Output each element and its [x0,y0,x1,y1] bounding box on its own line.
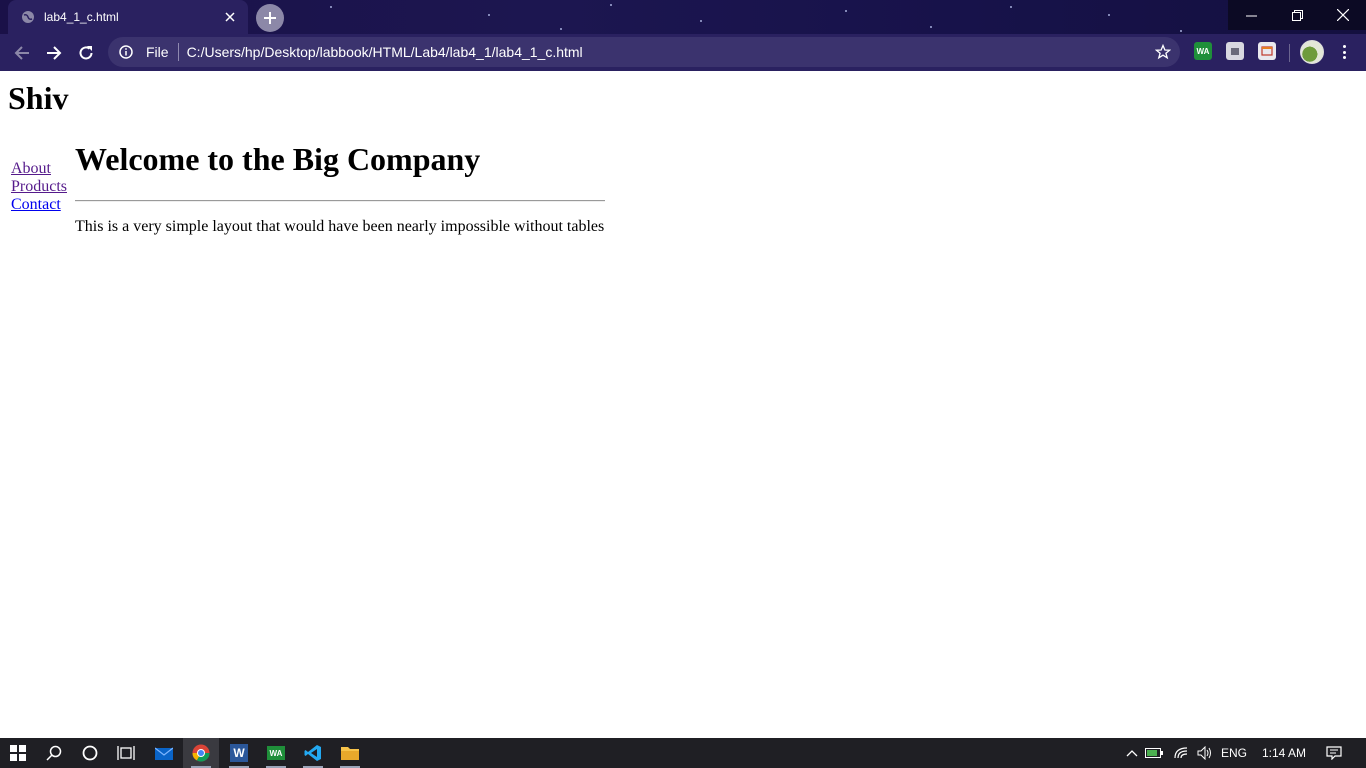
back-button[interactable] [8,39,36,67]
reload-icon [79,46,93,60]
web-page: Shiv About Products Contact Welcome to t… [0,71,1366,738]
background-star [560,28,562,30]
word-icon: W [230,744,248,762]
profile-avatar[interactable] [1300,40,1324,64]
taskbar-word[interactable]: W [221,738,257,768]
arrow-left-icon [14,46,29,60]
puzzle-icon [1231,48,1239,55]
plus-icon [264,12,276,24]
new-tab-button[interactable] [256,4,284,32]
background-star [330,6,332,8]
menu-dot [1342,50,1346,54]
arrow-right-icon [47,46,62,60]
windows-taskbar: W WA ENG 1:14 AM [0,738,1366,768]
action-center-button[interactable] [1316,738,1352,768]
taskbar-mail[interactable] [146,738,182,768]
nav-link-products[interactable]: Products [11,178,67,196]
omnibox-divider [177,43,179,61]
clock[interactable]: 1:14 AM [1262,738,1306,768]
horizontal-rule [75,200,605,202]
restore-icon [1291,9,1303,21]
nav-link-about[interactable]: About [11,160,67,178]
battery-icon [1145,748,1163,758]
globe-icon [20,9,36,25]
close-tab-icon[interactable] [222,9,238,25]
menu-dot [1342,45,1346,48]
site-title: Shiv [8,80,69,116]
address-bar[interactable]: File C:/Users/hp/Desktop/labbook/HTML/La… [108,37,1180,67]
restore-button[interactable] [1274,0,1320,30]
scheme-label: File [146,44,169,60]
background-star [1180,30,1182,32]
task-view-icon [117,746,135,760]
browser-titlebar: lab4_1_c.html [0,0,1366,34]
menu-dot [1342,56,1346,59]
background-star [930,26,932,28]
side-navigation: About Products Contact [11,160,67,214]
browser-menu-button[interactable] [1336,42,1352,62]
search-icon [46,745,62,761]
taskbar-vscode[interactable] [295,738,331,768]
toolbar-divider [1289,44,1290,62]
battery-tray-button[interactable] [1140,738,1168,768]
cortana-circle-icon [82,745,98,761]
start-button[interactable] [0,738,36,768]
main-content: Welcome to the Big Company This is a ver… [75,141,605,236]
wa-extension-icon[interactable]: WA [1194,42,1212,60]
bookmark-star-icon[interactable] [1154,43,1172,61]
window-icon [1261,46,1273,56]
background-star [488,14,490,16]
notification-icon [1326,746,1342,760]
body-paragraph: This is a very simple layout that would … [75,218,605,235]
wa-app-icon: WA [267,746,285,760]
info-icon[interactable] [116,42,136,62]
minimize-icon [1245,15,1257,16]
background-star [610,4,612,6]
windows-logo-icon [10,745,26,761]
search-button[interactable] [36,738,72,768]
speaker-icon [1197,746,1211,760]
nav-link-contact[interactable]: Contact [11,196,67,214]
browser-tab[interactable]: lab4_1_c.html [8,0,248,34]
cortana-button[interactable] [72,738,108,768]
reload-button[interactable] [72,39,100,67]
taskbar-chrome[interactable] [183,738,219,768]
background-star [700,20,702,22]
taskbar-file-explorer[interactable] [332,738,368,768]
extension-badge: WA [1196,46,1210,56]
minimize-button[interactable] [1228,0,1274,30]
close-icon [1337,9,1349,21]
folder-icon [341,747,359,760]
forward-button[interactable] [40,39,68,67]
taskbar-wa-app[interactable]: WA [258,738,294,768]
volume-tray-button[interactable] [1192,738,1218,768]
mail-icon [155,747,173,760]
task-view-button[interactable] [108,738,144,768]
chrome-icon [192,744,210,762]
cast-extension-icon[interactable] [1258,42,1276,60]
chevron-up-icon [1126,750,1138,757]
network-tray-button[interactable] [1168,738,1194,768]
background-star [1010,6,1012,8]
page-heading: Welcome to the Big Company [75,141,481,177]
wifi-icon [1174,747,1188,759]
extension-icon[interactable] [1226,42,1244,60]
url-text[interactable]: C:/Users/hp/Desktop/labbook/HTML/Lab4/la… [187,44,583,60]
tab-title: lab4_1_c.html [44,10,119,24]
vscode-icon [304,745,321,761]
close-window-button[interactable] [1320,0,1366,30]
browser-toolbar: File C:/Users/hp/Desktop/labbook/HTML/La… [0,34,1366,71]
background-star [845,10,847,12]
language-indicator[interactable]: ENG [1221,738,1247,768]
background-star [1108,14,1110,16]
